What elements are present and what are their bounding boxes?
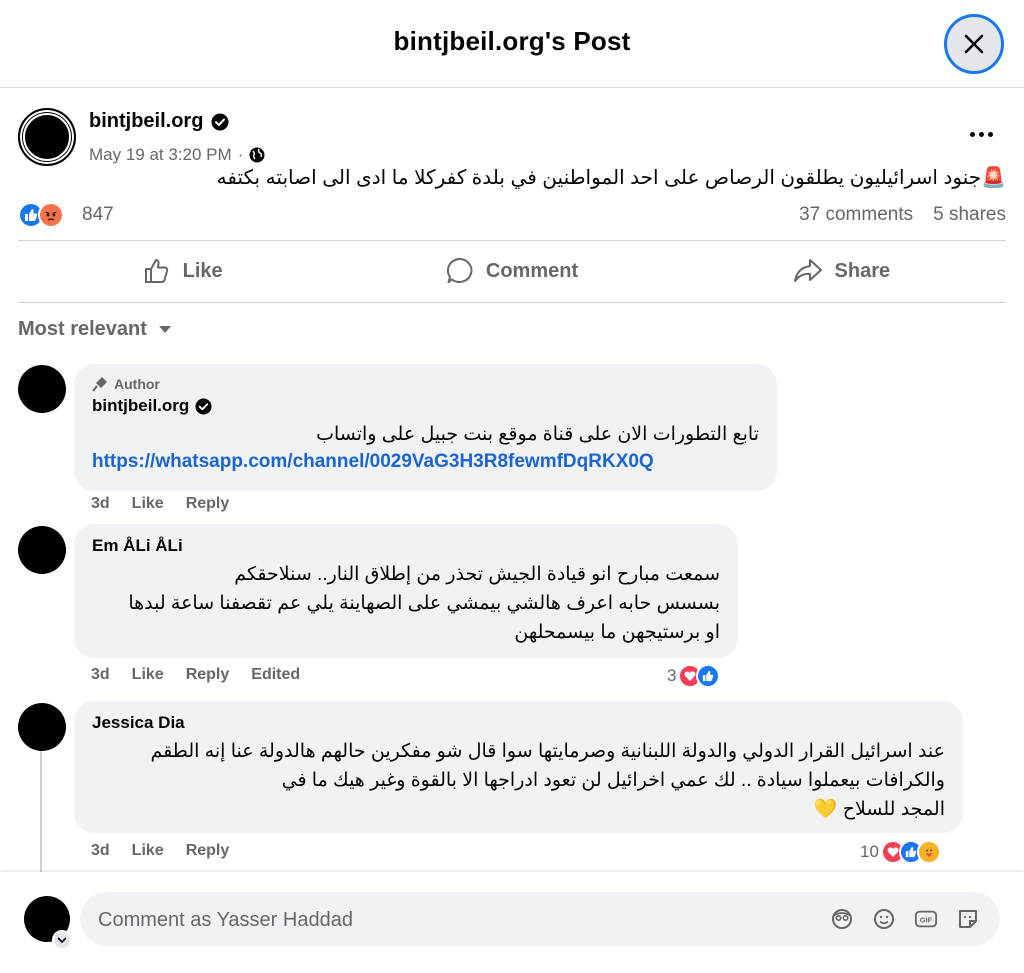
reaction-icons[interactable] <box>18 202 64 228</box>
dot-icon <box>978 131 984 137</box>
comment-actions: 3d Like Reply Edited <box>91 666 300 684</box>
comment-reactions[interactable]: 3 <box>667 664 721 688</box>
comment-text: سمعت مبارح انو قيادة الجيش تحذر من إطلاق… <box>92 560 720 647</box>
globe-icon <box>249 147 265 163</box>
gif-icon: GIF <box>914 910 938 928</box>
commenter-name[interactable]: Em ÅLi ÅLi <box>92 536 720 556</box>
comment-like-button[interactable]: Like <box>132 495 164 513</box>
post-author-name[interactable]: bintjbeil.org <box>89 110 203 133</box>
comment-line: عند اسرائيل القرار الدولي والدولة اللبنا… <box>150 741 945 762</box>
gif-button[interactable]: GIF <box>914 907 938 931</box>
comment-input[interactable] <box>96 892 800 948</box>
comment-line: او برستيجهن ما بيسمحلهن <box>514 622 720 643</box>
share-arrow-icon <box>793 259 822 282</box>
svg-text:GIF: GIF <box>920 916 933 925</box>
comment-line: سمعت مبارح انو قيادة الجيش تحذر من إطلاق… <box>234 564 720 585</box>
verified-badge-icon <box>211 113 229 130</box>
meta-separator: · <box>237 145 244 164</box>
like-reaction-icon <box>696 664 721 688</box>
chevron-down-icon <box>57 937 67 944</box>
avatar-sticker-icon <box>832 909 852 929</box>
reactions-summary: 847 37 comments 5 shares <box>18 202 1006 230</box>
comment-text: تابع التطورات الان على قناة موقع بنت جبي… <box>316 424 759 445</box>
comment-bubble-icon <box>446 257 473 283</box>
comment-button[interactable]: Comment <box>347 244 676 298</box>
profile-switcher[interactable] <box>52 930 72 950</box>
shares-count[interactable]: 5 shares <box>933 204 1006 226</box>
comment-actions: 3d Like Reply <box>91 495 229 513</box>
commenter-avatar[interactable] <box>18 365 66 413</box>
commenter-avatar[interactable] <box>18 526 66 574</box>
divider <box>18 240 1006 241</box>
close-button[interactable] <box>944 14 1004 74</box>
comment-sort-dropdown[interactable]: Most relevant <box>18 318 171 341</box>
comment-actions: 3d Like Reply <box>91 842 229 860</box>
comment-bubble: Em ÅLi ÅLi سمعت مبارح انو قيادة الجيش تح… <box>74 524 738 658</box>
commenter-avatar[interactable] <box>18 703 66 751</box>
share-label: Share <box>834 259 891 282</box>
comments-count[interactable]: 37 comments <box>799 204 913 226</box>
emoji-icon <box>874 909 894 929</box>
comment-text: عند اسرائيل القرار الدولي والدولة اللبنا… <box>92 737 945 824</box>
microphone-icon <box>92 377 107 392</box>
comment-reactions[interactable]: 10 <box>860 840 941 864</box>
avatar-sticker-button[interactable] <box>830 907 854 931</box>
thread-line <box>40 742 42 877</box>
comment-box: GIF <box>80 892 1000 948</box>
comment-link[interactable]: https://whatsapp.com/channel/0029VaG3H3R… <box>92 451 759 473</box>
commenter-name[interactable]: bintjbeil.org <box>92 396 759 416</box>
siren-emoji: 🚨 <box>981 167 1006 189</box>
post-timestamp[interactable]: May 19 at 3:20 PM <box>89 145 232 165</box>
comment-reply-button[interactable]: Reply <box>186 842 230 860</box>
commenter-name-text[interactable]: bintjbeil.org <box>92 396 189 416</box>
emoji-button[interactable] <box>872 907 896 931</box>
sort-label: Most relevant <box>18 318 147 340</box>
post-actions: Like Comment Share <box>18 244 1006 298</box>
post-author-avatar[interactable] <box>18 108 76 166</box>
dialog-title: bintjbeil.org's Post <box>393 26 631 56</box>
comment-line: والكرافات بيعملوا سيادة .. لك عمي اخرائي… <box>281 770 945 791</box>
composer-tools: GIF <box>830 907 980 931</box>
sticker-icon <box>959 910 977 928</box>
comment-bubble: Author bintjbeil.org تابع التطورات الان … <box>74 364 777 491</box>
sticker-button[interactable] <box>956 907 980 931</box>
comment-line: المجد للسلاح 💛 <box>813 799 945 820</box>
post-author[interactable]: bintjbeil.org <box>89 110 229 133</box>
comment-time[interactable]: 3d <box>91 666 110 684</box>
author-tag: Author <box>92 376 759 392</box>
angry-reaction-icon <box>38 202 64 228</box>
verified-badge-icon <box>195 397 212 415</box>
post-meta: May 19 at 3:20 PM · <box>89 145 265 165</box>
post-body: جنود اسرائيليون يطلقون الرصاص على احد ال… <box>216 167 982 189</box>
caret-down-icon <box>158 325 171 333</box>
close-icon <box>964 34 984 54</box>
comment-time[interactable]: 3d <box>91 495 110 513</box>
share-button[interactable]: Share <box>677 244 1006 298</box>
dot-icon <box>969 131 975 137</box>
comment-time[interactable]: 3d <box>91 842 110 860</box>
comment-reaction-count: 3 <box>667 666 677 685</box>
edited-label[interactable]: Edited <box>251 666 300 684</box>
comment-reply-button[interactable]: Reply <box>186 666 230 684</box>
post-text: 🚨جنود اسرائيليون يطلقون الرصاص على احد ا… <box>106 166 1006 190</box>
thumbs-up-icon <box>144 259 168 283</box>
comment-like-button[interactable]: Like <box>132 842 164 860</box>
comment-reply-button[interactable]: Reply <box>186 495 230 513</box>
comment-bubble: Jessica Dia عند اسرائيل القرار الدولي وا… <box>74 701 963 833</box>
reaction-count[interactable]: 847 <box>82 204 114 226</box>
comment-like-button[interactable]: Like <box>132 666 164 684</box>
like-button[interactable]: Like <box>18 244 347 298</box>
dot-icon <box>987 131 993 137</box>
more-options-button[interactable] <box>966 126 996 142</box>
divider <box>18 302 1006 303</box>
like-label: Like <box>182 259 223 282</box>
engagement-counts: 37 comments 5 shares <box>799 204 1006 226</box>
care-reaction-icon <box>916 840 941 864</box>
comment-label: Comment <box>485 259 579 282</box>
comment-reaction-count: 10 <box>860 842 879 861</box>
comment-line: بسسس حابه اعرف هالشي بيمشي على الصهاينة … <box>128 593 720 614</box>
commenter-name[interactable]: Jessica Dia <box>92 713 945 733</box>
author-tag-label: Author <box>114 376 160 392</box>
dialog-header: bintjbeil.org's Post <box>0 0 1024 88</box>
